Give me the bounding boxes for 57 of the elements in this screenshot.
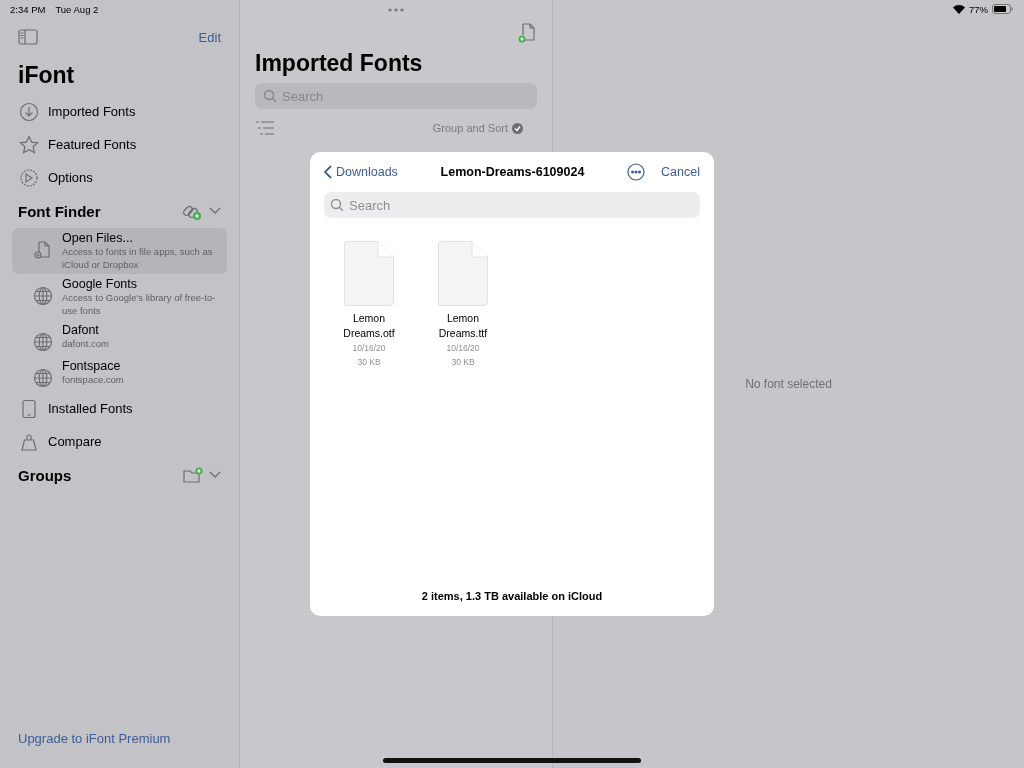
wifi-icon [953,4,965,14]
globe-icon [32,367,54,389]
finder-item[interactable]: Fontspace fontspace.com [12,356,227,392]
file-name: Lemon Dreams.ttf [437,311,489,341]
download-circle-icon [18,100,40,123]
sidebar-item[interactable]: Imported Fonts [48,104,136,119]
file-date: 10/16/20 [352,342,386,355]
item-subtitle: Access to Google's library of free-to-use fonts [62,291,217,317]
star-icon [18,133,40,156]
checkmark-circle-icon [512,122,523,134]
finder-item[interactable]: Open Files... Access to fonts in file apps, such as iCloud or Dropbox [12,228,227,274]
file-size: 30 KB [451,356,475,369]
battery-icon [992,4,1014,14]
file-name: Lemon Dreams.otf [342,311,396,341]
chevron-left-icon [324,165,332,179]
list-icon[interactable] [255,121,275,135]
list-title: Imported Fonts [255,50,424,77]
back-button[interactable]: Downloads [324,165,398,179]
app-title: iFont [18,62,76,89]
document-icon[interactable] [438,241,488,306]
item-title: Fontspace [62,359,122,373]
more-circle-icon[interactable] [627,163,646,181]
globe-icon [32,331,54,353]
item-subtitle: dafont.com [62,337,109,350]
section-title: Groups [18,466,72,484]
upgrade-link[interactable]: Upgrade to iFont Premium [18,731,221,746]
finder-item[interactable]: Google Fonts Access to Google's library of free-to-use fonts [12,274,227,320]
add-file-icon[interactable] [517,22,537,44]
chevron-down-icon[interactable] [209,471,221,479]
chevron-down-icon[interactable] [209,207,221,215]
storage-summary: 2 items, 1.3 TB available on iCloud [420,590,604,602]
status-date: Tue Aug 2 [55,3,99,15]
sidebar-toggle-icon[interactable] [18,29,38,45]
dialog-title: Lemon-Dreams-6109024 [439,165,586,179]
file-size: 30 KB [357,356,381,369]
search-icon [263,89,277,103]
battery-percent: 77% [969,3,988,15]
sidebar-item[interactable]: Installed Fonts [48,401,133,416]
item-subtitle: fontspace.com [62,373,124,386]
section-title: Font Finder [18,202,101,220]
item-title: Dafont [62,323,100,337]
empty-message: No font selected [745,377,832,391]
globe-icon [32,285,54,307]
document-icon[interactable] [344,241,394,306]
search-icon [330,198,344,212]
sidebar-item[interactable]: Options [48,170,93,185]
sidebar-item[interactable]: Featured Fonts [48,137,137,152]
add-folder-icon[interactable] [183,467,203,483]
edit-button[interactable]: Edit [198,29,221,45]
item-title: Google Fonts [62,277,139,291]
sidebar-item[interactable]: Compare [48,434,102,449]
cancel-button[interactable]: Cancel [661,165,700,179]
file-date: 10/16/20 [446,342,480,355]
item-title: Open Files... [62,231,134,245]
item-subtitle: Access to fonts in file apps, such as iCloud or Dropbox [62,245,214,271]
status-time: 2:34 PM [10,3,46,15]
finder-item[interactable]: Dafont dafont.com [12,320,227,356]
